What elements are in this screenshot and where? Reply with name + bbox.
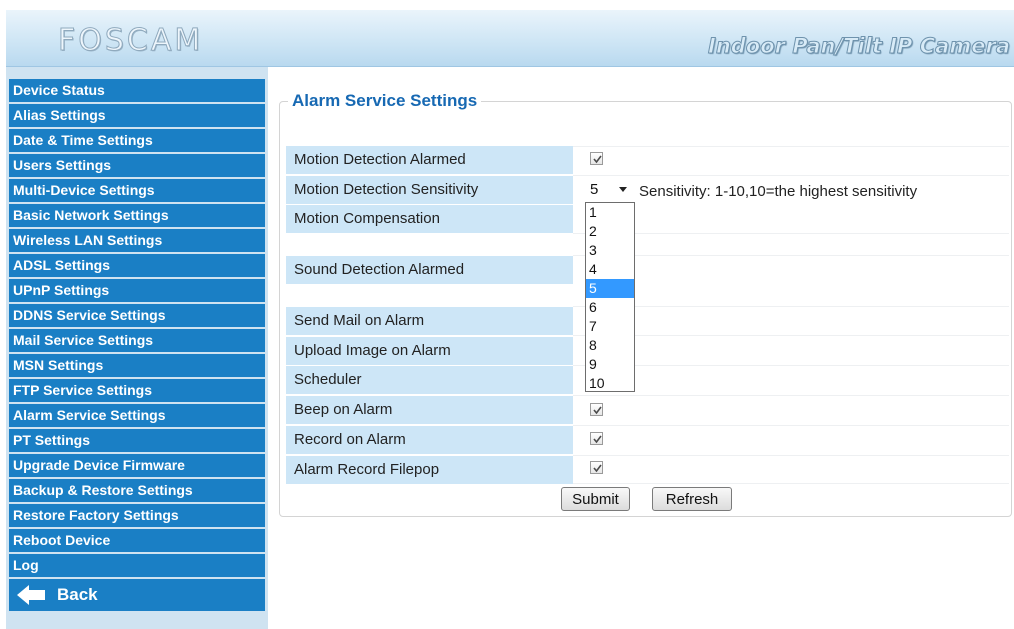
sidebar-item-adsl-settings[interactable]: ADSL Settings [9, 254, 265, 277]
refresh-button[interactable]: Refresh [652, 487, 732, 511]
record-on-alarm-checkbox[interactable] [590, 432, 603, 445]
row-divider [573, 425, 1009, 426]
row-divider [573, 146, 1009, 147]
row-divider [573, 306, 1009, 307]
sensitivity-option[interactable]: 3 [586, 241, 634, 260]
alarm-record-filepop-label: Alarm Record Filepop [286, 456, 573, 484]
motion-detection-alarmed-checkbox[interactable] [590, 152, 603, 165]
sensitivity-option[interactable]: 2 [586, 222, 634, 241]
sidebar-item-alias-settings[interactable]: Alias Settings [9, 104, 265, 127]
checkmark-icon [593, 464, 602, 473]
sound-detection-alarmed-label: Sound Detection Alarmed [286, 256, 573, 284]
sidebar-item-ftp-service-settings[interactable]: FTP Service Settings [9, 379, 265, 402]
motion-detection-sensitivity-label: Motion Detection Sensitivity [286, 176, 573, 204]
row-divider [573, 365, 1009, 366]
sidebar-item-date-time-settings[interactable]: Date & Time Settings [9, 129, 265, 152]
sensitivity-option[interactable]: 8 [586, 336, 634, 355]
sidebar-item-multi-device-settings[interactable]: Multi-Device Settings [9, 179, 265, 202]
foscam-logo: FOSCAM [57, 23, 204, 59]
sidebar-item-pt-settings[interactable]: PT Settings [9, 429, 265, 452]
sensitivity-option[interactable]: 10 [586, 374, 634, 393]
left-arrow-icon [9, 579, 53, 611]
row-divider [573, 233, 1009, 234]
row-divider [573, 455, 1009, 456]
checkmark-icon [593, 155, 602, 164]
alarm-record-filepop-checkbox[interactable] [590, 461, 603, 474]
header-banner: FOSCAM Indoor Pan/Tilt IP Camera [6, 10, 1014, 67]
product-tagline: Indoor Pan/Tilt IP Camera [708, 34, 1011, 59]
sidebar-item-users-settings[interactable]: Users Settings [9, 154, 265, 177]
sidebar-item-ddns-service-settings[interactable]: DDNS Service Settings [9, 304, 265, 327]
checkmark-icon [593, 406, 602, 415]
sensitivity-option[interactable]: 6 [586, 298, 634, 317]
sensitivity-hint: Sensitivity: 1-10,10=the highest sensiti… [639, 183, 918, 200]
checkmark-icon [593, 435, 602, 444]
upload-image-on-alarm-label: Upload Image on Alarm [286, 337, 573, 365]
sidebar-item-device-status[interactable]: Device Status [9, 79, 265, 102]
row-divider [573, 483, 1009, 484]
sidebar-item-reboot-device[interactable]: Reboot Device [9, 529, 265, 552]
sidebar-item-backup-restore-settings[interactable]: Backup & Restore Settings [9, 479, 265, 502]
motion-detection-alarmed-label: Motion Detection Alarmed [286, 146, 573, 174]
sidebar-item-log[interactable]: Log [9, 554, 265, 577]
send-mail-on-alarm-label: Send Mail on Alarm [286, 307, 573, 335]
row-divider [573, 175, 1009, 176]
back-label: Back [57, 585, 98, 604]
sensitivity-option[interactable]: 1 [586, 203, 634, 222]
sensitivity-option[interactable]: 4 [586, 260, 634, 279]
sidebar-item-restore-factory-settings[interactable]: Restore Factory Settings [9, 504, 265, 527]
page-title: Alarm Service Settings [288, 91, 482, 111]
motion-compensation-label: Motion Compensation [286, 205, 573, 233]
sensitivity-option[interactable]: 9 [586, 355, 634, 374]
scheduler-label: Scheduler [286, 366, 573, 394]
sidebar: Device Status Alias Settings Date & Time… [6, 67, 268, 629]
row-divider [573, 255, 1009, 256]
sensitivity-select[interactable]: 5 [585, 179, 635, 201]
beep-on-alarm-label: Beep on Alarm [286, 396, 573, 424]
sensitivity-options-list: 1 2 3 4 5 6 7 8 9 10 [585, 202, 635, 392]
chevron-down-icon [619, 187, 627, 192]
sidebar-item-upgrade-device-firmware[interactable]: Upgrade Device Firmware [9, 454, 265, 477]
sidebar-item-wireless-lan-settings[interactable]: Wireless LAN Settings [9, 229, 265, 252]
sidebar-item-mail-service-settings[interactable]: Mail Service Settings [9, 329, 265, 352]
sidebar-item-alarm-service-settings[interactable]: Alarm Service Settings [9, 404, 265, 427]
row-divider [573, 395, 1009, 396]
submit-button[interactable]: Submit [561, 487, 630, 511]
sidebar-nav: Device Status Alias Settings Date & Time… [9, 79, 265, 611]
sidebar-item-basic-network-settings[interactable]: Basic Network Settings [9, 204, 265, 227]
back-button[interactable]: Back [9, 579, 265, 611]
row-divider [573, 335, 1009, 336]
sidebar-item-msn-settings[interactable]: MSN Settings [9, 354, 265, 377]
sensitivity-value: 5 [590, 181, 599, 198]
sensitivity-option-selected[interactable]: 5 [586, 279, 634, 298]
sensitivity-option[interactable]: 7 [586, 317, 634, 336]
sidebar-item-upnp-settings[interactable]: UPnP Settings [9, 279, 265, 302]
beep-on-alarm-checkbox[interactable] [590, 403, 603, 416]
record-on-alarm-label: Record on Alarm [286, 426, 573, 454]
